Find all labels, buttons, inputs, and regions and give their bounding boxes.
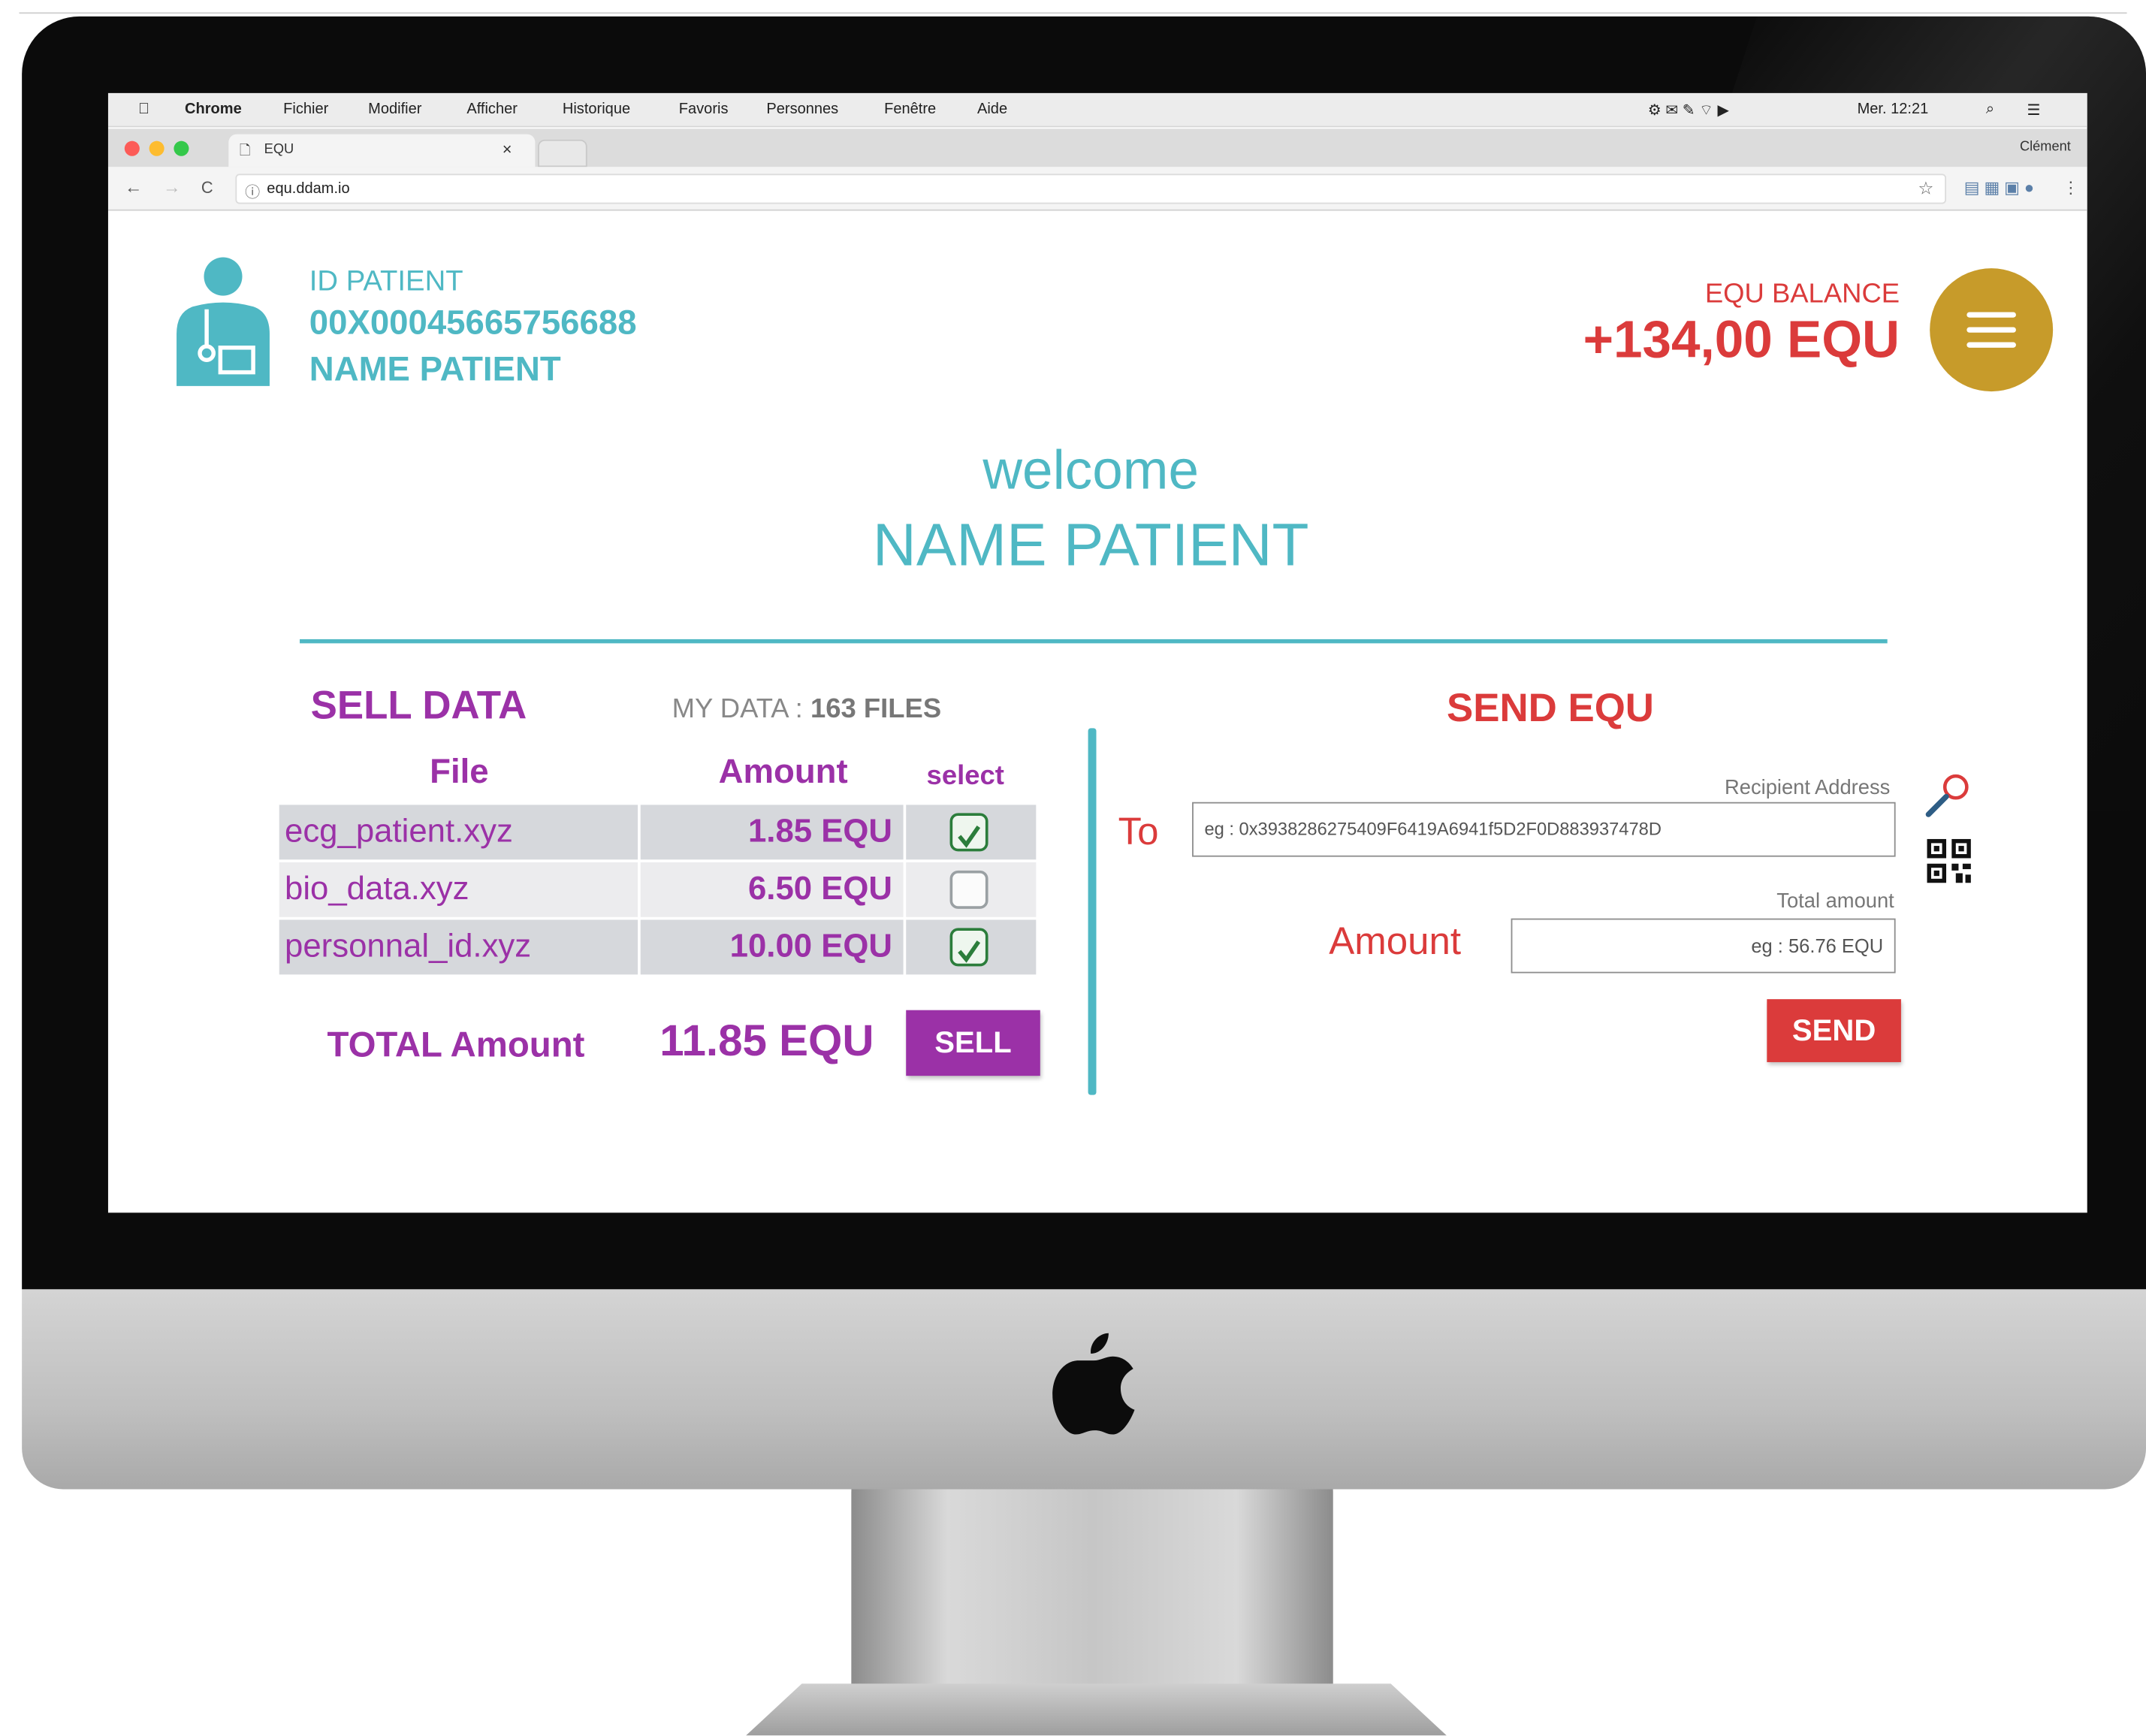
window-minimize-icon[interactable]	[149, 140, 164, 156]
profile-name[interactable]: Clément	[2020, 140, 2071, 155]
status-icons: ⚙ ✉ ✎ ⌔ ▶	[1647, 102, 1729, 119]
table-row-select-cell	[906, 805, 1037, 860]
table-row-amount: 6.50 EQU	[640, 862, 904, 917]
forward-icon[interactable]: →	[163, 177, 181, 197]
apple-logo-icon	[1052, 1333, 1135, 1435]
patient-id-value: 00X00045665756688	[309, 303, 637, 343]
menubar-clock: Mer. 12:21	[1857, 101, 1929, 118]
recipient-address-label: Recipient Address	[1725, 776, 1891, 800]
magnifier-icon[interactable]	[1923, 772, 1972, 819]
browser-tabbar: 🗋 EQU × Clément	[107, 128, 2087, 168]
my-data-label-text: MY DATA :	[672, 693, 810, 724]
menu-modifier[interactable]: Modifier	[368, 101, 421, 118]
apple-menu-icon[interactable]: 	[138, 101, 149, 118]
monitor-stand-neck	[851, 1489, 1333, 1695]
window-zoom-icon[interactable]	[174, 140, 189, 156]
menu-afficher[interactable]: Afficher	[466, 101, 518, 118]
menu-personnes[interactable]: Personnes	[766, 101, 838, 118]
browser-tab[interactable]: 🗋 EQU ×	[228, 134, 536, 168]
checkbox-checked-icon[interactable]	[949, 928, 988, 967]
balance-label: EQU BALANCE	[1704, 279, 1900, 309]
column-amount: Amount	[718, 753, 848, 792]
monitor-stand-base	[746, 1683, 1447, 1736]
amount-input[interactable]: eg : 56.76 EQU	[1511, 918, 1896, 974]
url-text: equ.ddam.io	[267, 180, 350, 198]
menu-fichier[interactable]: Fichier	[283, 101, 328, 118]
menu-chrome[interactable]: Chrome	[185, 101, 242, 118]
menu-favoris[interactable]: Favoris	[679, 101, 729, 118]
browser-toolbar: ← → C ⓘ equ.ddam.io ☆ ▤ ▦ ▣ ● ⋮	[107, 167, 2087, 211]
tab-close-icon[interactable]: ×	[503, 140, 512, 159]
balance-value: +134,00 EQU	[1583, 312, 1900, 370]
section-divider	[300, 639, 1888, 644]
recipient-address-input[interactable]: eg : 0x3938286275409F6419A6941f5D2F0D883…	[1192, 802, 1896, 857]
patient-id-label: ID PATIENT	[309, 265, 463, 297]
my-data-label: MY DATA : 163 FILES	[672, 694, 941, 726]
patient-name: NAME PATIENT	[309, 350, 561, 389]
table-row-select-cell	[906, 919, 1037, 975]
sell-data-title: SELL DATA	[310, 684, 527, 729]
hamburger-menu-icon[interactable]	[1930, 268, 2054, 392]
info-icon: ⓘ	[245, 184, 261, 201]
amount-label: Amount	[1329, 919, 1462, 962]
menu-fenetre[interactable]: Fenêtre	[884, 101, 936, 118]
back-icon[interactable]: ←	[125, 177, 143, 197]
total-amount-value: 11.85 EQU	[659, 1015, 874, 1065]
menu-aide[interactable]: Aide	[977, 101, 1007, 118]
menu-historique[interactable]: Historique	[563, 101, 630, 118]
welcome-name: NAME PATIENT	[872, 512, 1309, 579]
reload-icon[interactable]: C	[201, 178, 213, 198]
spotlight-icon[interactable]: ⌕	[1986, 101, 1994, 119]
tab-title: EQU	[264, 142, 294, 158]
address-bar[interactable]: ⓘ equ.ddam.io ☆	[235, 174, 1947, 204]
table-row-amount: 10.00 EQU	[640, 919, 904, 975]
table-row-select-cell	[906, 862, 1037, 917]
vertical-divider	[1088, 728, 1097, 1095]
table-row-file: bio_data.xyz	[279, 862, 638, 917]
extension-icons[interactable]: ▤ ▦ ▣ ●	[1964, 178, 2034, 198]
qr-code-icon[interactable]	[1926, 838, 1972, 884]
checkbox-empty-icon[interactable]	[949, 870, 988, 909]
welcome-text: welcome	[982, 440, 1200, 501]
new-tab-button[interactable]	[538, 139, 587, 168]
table-row-file: personnal_id.xyz	[279, 919, 638, 975]
page-icon: 🗋	[239, 143, 251, 159]
bookmark-star-icon[interactable]: ☆	[1918, 178, 1933, 200]
total-amount-field-label: Total amount	[1776, 889, 1894, 913]
sell-button[interactable]: SELL	[906, 1010, 1040, 1076]
column-file: File	[430, 753, 489, 792]
table-row-file: ecg_patient.xyz	[279, 805, 638, 860]
notification-icon[interactable]: ☰	[2027, 101, 2041, 119]
top-edge-line	[19, 12, 2127, 14]
window-close-icon[interactable]	[124, 140, 140, 156]
send-equ-title: SEND EQU	[1446, 687, 1654, 732]
checkbox-checked-icon[interactable]	[949, 813, 988, 852]
send-button[interactable]: SEND	[1767, 999, 1901, 1062]
mac-menubar:  Chrome Fichier Modifier Afficher Histo…	[107, 92, 2087, 128]
column-select: select	[926, 761, 1004, 792]
screen:  Chrome Fichier Modifier Afficher Histo…	[107, 92, 2087, 1213]
table-row-amount: 1.85 EQU	[640, 805, 904, 860]
total-amount-label: TOTAL Amount	[327, 1023, 585, 1065]
patient-icon	[177, 257, 270, 386]
chrome-menu-icon[interactable]: ⋮	[2063, 178, 2079, 198]
my-data-count: 163 FILES	[810, 693, 942, 724]
to-label: To	[1118, 810, 1159, 853]
